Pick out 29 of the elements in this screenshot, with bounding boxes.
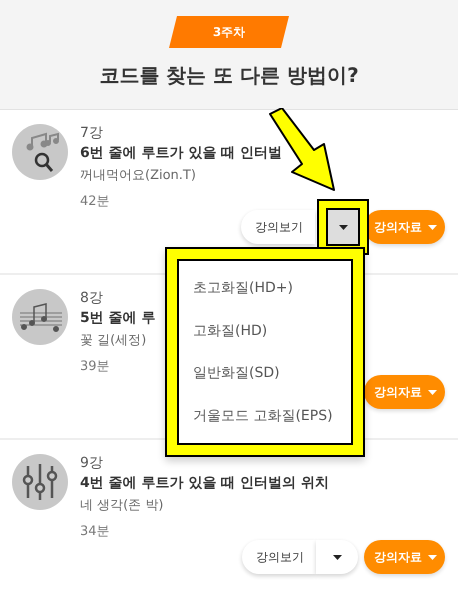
caret-icon	[332, 554, 342, 560]
lesson-number: 7강	[80, 124, 104, 142]
lesson-thumbnail-icon	[12, 289, 68, 345]
caret-icon	[428, 390, 437, 394]
song-artist: 꽃 길(세정)	[80, 332, 148, 349]
lesson-duration: 34분	[80, 523, 111, 540]
watch-lecture-button[interactable]: 강의보기	[241, 210, 315, 244]
lesson-title[interactable]: 4번 줄에 루트가 있을 때 인터벌의 위치	[80, 474, 329, 492]
lesson-duration: 39분	[80, 358, 111, 375]
lesson-number: 8강	[80, 289, 104, 307]
menu-item[interactable]: 초고화질(HD+)	[179, 279, 351, 298]
menu-item[interactable]: 일반화질(SD)	[179, 364, 351, 382]
lesson-title[interactable]: 5번 줄에 루	[80, 309, 156, 327]
menu-item[interactable]: 거울모드 고화질(EPS)	[179, 406, 351, 425]
watch-lecture-button[interactable]: 강의보기	[242, 540, 316, 574]
song-artist: 네 생각(존 박)	[80, 497, 164, 514]
quality-dropdown-button[interactable]	[328, 210, 358, 244]
lesson-duration: 42분	[80, 193, 111, 210]
caret-icon	[428, 554, 437, 560]
lesson-thumbnail-icon	[12, 454, 68, 510]
lesson-thumbnail-icon	[12, 124, 68, 180]
caret-icon	[428, 224, 437, 230]
lesson-title[interactable]: 6번 줄에 루트가 있을 때 인터벌	[80, 144, 282, 162]
menu-item[interactable]: 고화질(HD)	[179, 322, 351, 340]
caret-icon	[338, 224, 348, 230]
week-badge: 3주차	[169, 16, 289, 48]
song-artist: 꺼내먹어요(Zion.T)	[80, 167, 197, 184]
section-title: 코드를 찾는 또 다른 방법이?	[99, 62, 359, 89]
lesson-number: 9강	[80, 454, 104, 472]
